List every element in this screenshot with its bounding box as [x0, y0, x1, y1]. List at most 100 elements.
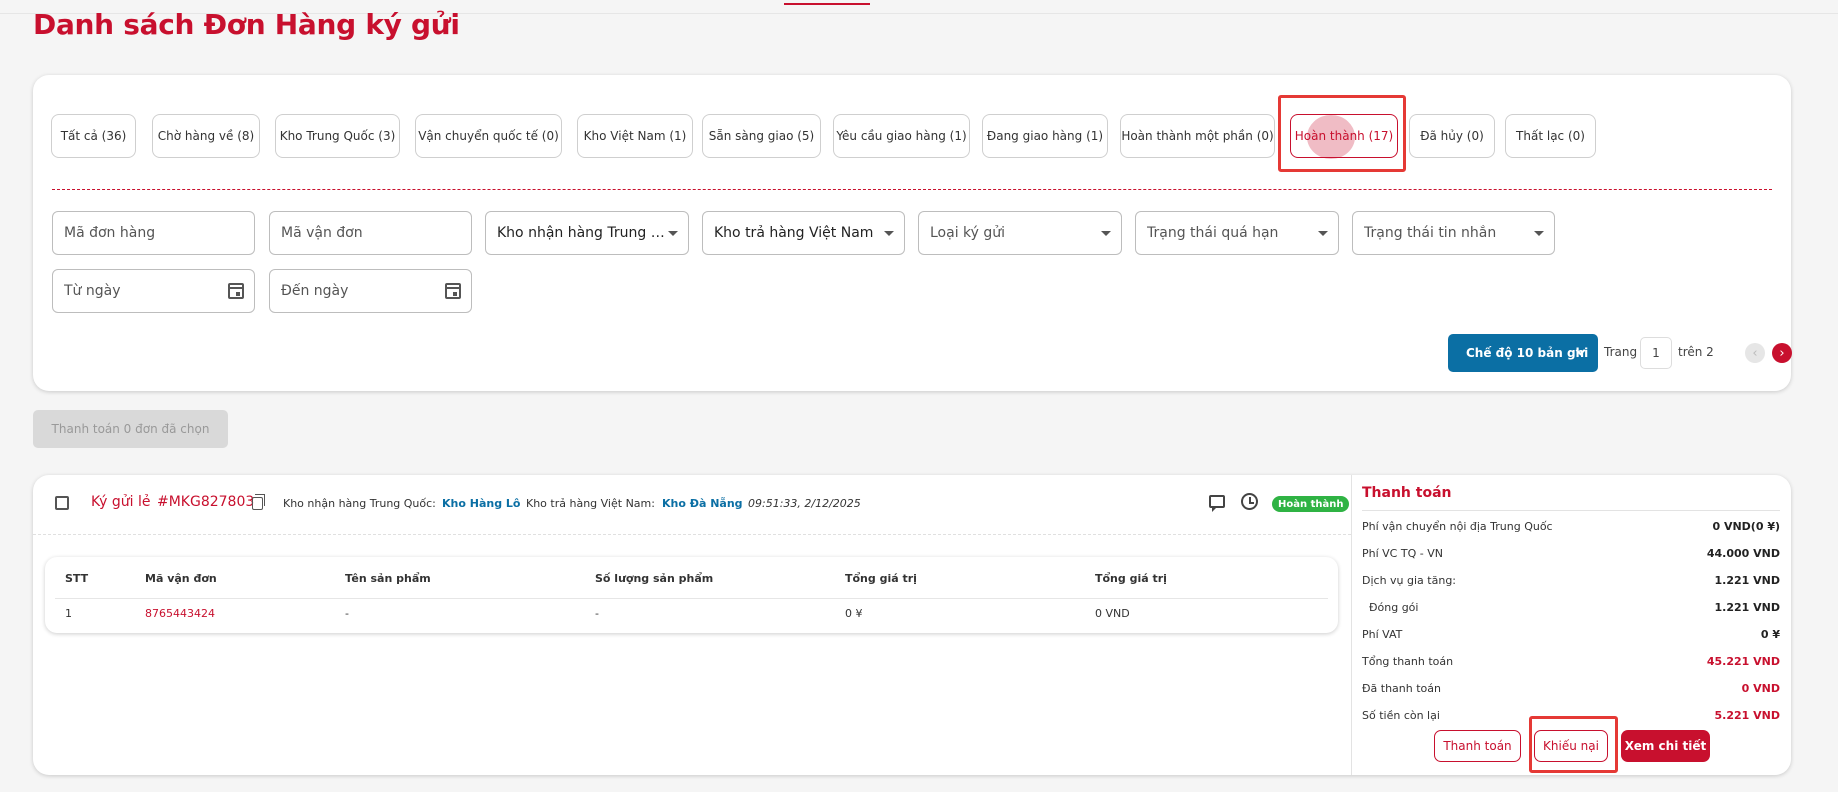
status-badge: Hoàn thành	[1272, 496, 1350, 512]
tab-label: Kho Trung Quốc (3)	[279, 129, 396, 143]
tab-label: Đang giao hàng (1)	[986, 129, 1104, 143]
page-title: Danh sách Đơn Hàng ký gửi	[33, 8, 460, 41]
tabs-divider	[52, 189, 1772, 190]
tab-all[interactable]: Tất cả (36)	[51, 114, 136, 158]
tab-china-warehouse[interactable]: Kho Trung Quốc (3)	[275, 114, 400, 158]
payment-title: Thanh toán	[1362, 485, 1452, 501]
placeholder: Loại ký gửi	[930, 225, 1006, 241]
tab-lost[interactable]: Thất lạc (0)	[1505, 114, 1596, 158]
table-divider	[55, 598, 1328, 599]
dropdown-arrow-icon	[1534, 231, 1544, 236]
pay-selected-button[interactable]: Thanh toán 0 đơn đã chọn	[33, 410, 228, 448]
cell-total-cny: 0 ¥	[845, 607, 863, 620]
cell-quantity: -	[595, 607, 599, 620]
page-size-button[interactable]: Chế độ 10 bản ghi	[1448, 334, 1598, 372]
tab-label: Sẵn sàng giao (5)	[708, 129, 815, 143]
order-checkbox[interactable]	[55, 496, 69, 510]
payment-panel-divider	[1351, 475, 1352, 775]
from-date-input[interactable]: Từ ngày	[52, 269, 255, 313]
deposit-type-select[interactable]: Loại ký gửi	[918, 211, 1122, 255]
cn-warehouse-select[interactable]: Kho nhận hàng Trung Qu...	[485, 211, 689, 255]
calendar-icon[interactable]	[445, 283, 461, 299]
fee-value: 1.221 VND	[1714, 574, 1780, 587]
fee-label: Phí VC TQ - VN	[1362, 547, 1443, 560]
next-page-icon[interactable]: ›	[1772, 343, 1792, 363]
fee-label: Dịch vụ gia tăng:	[1362, 574, 1457, 587]
order-header-divider	[33, 534, 1351, 535]
fee-label: Phí VAT	[1362, 628, 1403, 641]
tab-cancelled[interactable]: Đã hủy (0)	[1409, 114, 1495, 158]
view-detail-button[interactable]: Xem chi tiết	[1621, 730, 1710, 762]
table-header-product: Tên sản phẩm	[345, 572, 431, 585]
order-code-input[interactable]: Mã đơn hàng	[52, 211, 255, 255]
clock-icon[interactable]	[1241, 493, 1258, 510]
overdue-status-select[interactable]: Trạng thái quá hạn	[1135, 211, 1339, 255]
order-code[interactable]: #MKG827803	[157, 494, 254, 510]
pay-button[interactable]: Thanh toán	[1434, 730, 1521, 762]
placeholder: Mã vận đơn	[281, 225, 363, 241]
tab-international-shipping[interactable]: Vận chuyển quốc tế (0)	[415, 114, 562, 158]
prev-page-icon[interactable]: ‹	[1745, 343, 1765, 363]
placeholder: Từ ngày	[64, 283, 121, 299]
dropdown-arrow-icon	[668, 231, 678, 236]
placeholder: Trạng thái tin nhắn	[1364, 225, 1497, 241]
tab-label: Kho Việt Nam (1)	[583, 129, 687, 143]
cell-tracking-link[interactable]: 8765443424	[145, 607, 215, 620]
dropdown-arrow-icon	[1318, 231, 1328, 236]
tab-delivery-request[interactable]: Yêu cầu giao hàng (1)	[833, 114, 970, 158]
message-status-select[interactable]: Trạng thái tin nhắn	[1352, 211, 1555, 255]
fee-value: 0 VND(0 ¥)	[1712, 520, 1780, 533]
highlight-box-tab	[1278, 95, 1406, 172]
chat-icon[interactable]	[1209, 495, 1225, 512]
highlight-box-complain	[1529, 716, 1618, 773]
cell-total-vnd: 0 VND	[1095, 607, 1130, 620]
total-value: 45.221 VND	[1706, 655, 1780, 668]
placeholder: Trạng thái quá hạn	[1147, 225, 1279, 241]
total-label: Tổng thanh toán	[1362, 655, 1454, 668]
page-size-label: Chế độ 10 bản ghi	[1466, 346, 1589, 360]
table-header-total-vnd: Tổng giá trị	[1095, 572, 1167, 585]
paid-label: Đã thanh toán	[1362, 682, 1441, 695]
table-header-tracking: Mã vận đơn	[145, 572, 217, 585]
tab-label: Thất lạc (0)	[1516, 129, 1585, 143]
remaining-label: Số tiền còn lại	[1362, 709, 1440, 722]
page-number-input[interactable]: 1	[1640, 337, 1672, 369]
tab-label: Hoàn thành một phần (0)	[1121, 129, 1274, 143]
cell-product: -	[345, 607, 349, 620]
top-nav-active-indicator	[784, 3, 870, 5]
page-total-label: trên 2	[1678, 345, 1714, 359]
vn-warehouse-select[interactable]: Kho trả hàng Việt Nam	[702, 211, 905, 255]
cell-stt: 1	[65, 607, 72, 620]
tab-label: Chờ hàng về (8)	[157, 129, 255, 143]
tracking-code-input[interactable]: Mã vận đơn	[269, 211, 472, 255]
table-header-total-cny: Tổng giá trị	[845, 572, 917, 585]
tab-label: Yêu cầu giao hàng (1)	[836, 129, 967, 143]
fee-value: 1.221 VND	[1714, 601, 1780, 614]
dropdown-arrow-icon	[1101, 231, 1111, 236]
order-type: Ký gửi lẻ	[91, 494, 151, 510]
vn-warehouse-label: Kho trả hàng Việt Nam:	[526, 497, 655, 510]
vn-warehouse-value: Kho Đà Nẵng	[662, 497, 743, 510]
calendar-icon[interactable]	[228, 283, 244, 299]
filter-card: Tất cả (36) Chờ hàng về (8) Kho Trung Qu…	[33, 75, 1792, 391]
tab-waiting-arrival[interactable]: Chờ hàng về (8)	[152, 114, 260, 158]
items-table: STT Mã vận đơn Tên sản phẩm Số lượng sản…	[45, 557, 1338, 633]
placeholder: Mã đơn hàng	[64, 225, 156, 241]
tab-vietnam-warehouse[interactable]: Kho Việt Nam (1)	[577, 114, 693, 158]
selected-value: Kho trả hàng Việt Nam	[714, 225, 874, 241]
tab-label: Đã hủy (0)	[1420, 129, 1484, 143]
fee-label: Đóng gói	[1369, 601, 1419, 614]
fee-value: 44.000 VND	[1706, 547, 1780, 560]
copy-icon[interactable]	[252, 494, 265, 510]
tab-partially-completed[interactable]: Hoàn thành một phần (0)	[1120, 114, 1275, 158]
fee-label: Phí vận chuyển nội địa Trung Quốc	[1362, 520, 1553, 533]
tab-label: Tất cả (36)	[60, 129, 127, 143]
table-header-quantity: Số lượng sản phẩm	[595, 572, 714, 585]
remaining-value: 5.221 VND	[1714, 709, 1780, 722]
order-card: Ký gửi lẻ #MKG827803 Kho nhận hàng Trung…	[33, 475, 1791, 775]
fee-value: 0 ¥	[1760, 628, 1780, 641]
cn-warehouse-value: Kho Hàng Lô	[442, 497, 521, 510]
tab-ready-to-deliver[interactable]: Sẵn sàng giao (5)	[702, 114, 821, 158]
to-date-input[interactable]: Đến ngày	[269, 269, 472, 313]
tab-delivering[interactable]: Đang giao hàng (1)	[982, 114, 1108, 158]
